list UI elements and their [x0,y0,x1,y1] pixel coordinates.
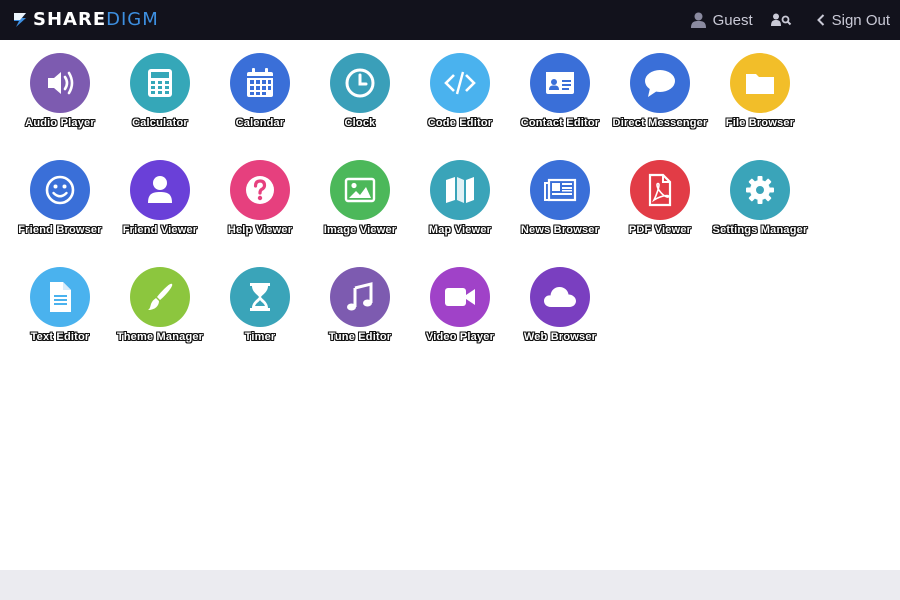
app-tune-editor[interactable]: Tune Editor [310,267,410,345]
gear-icon [730,160,790,220]
app-label: Direct Messenger [612,117,708,129]
folder-icon [730,53,790,113]
app-label: Help Viewer [227,224,293,236]
top-right-menu: Guest Sign Out [673,0,890,40]
app-contact-editor[interactable]: Contact Editor [510,53,610,131]
calculator-icon [130,53,190,113]
app-label: PDF Viewer [628,224,692,236]
app-calculator[interactable]: Calculator [110,53,210,131]
app-label: Video Player [425,331,495,343]
image-icon [330,160,390,220]
hourglass-icon [230,267,290,327]
app-label: Friend Viewer [122,224,198,236]
cloud-icon [530,267,590,327]
document-icon [30,267,90,327]
app-audio-player[interactable]: Audio Player [10,53,110,131]
app-label: Code Editor [427,117,493,129]
user-icon [130,160,190,220]
app-label: Theme Manager [116,331,204,343]
logo-mark-icon [14,13,26,27]
app-text-editor[interactable]: Text Editor [10,267,110,345]
app-theme-manager[interactable]: Theme Manager [110,267,210,345]
logo-text-share: SHARE [33,9,107,30]
user-search-icon [770,13,791,26]
user-icon [690,12,706,28]
app-label: Tune Editor [328,331,392,343]
app-code-editor[interactable]: Code Editor [410,53,510,131]
volume-icon [30,53,90,113]
video-camera-icon [430,267,490,327]
app-pdf-viewer[interactable]: PDF Viewer [610,160,710,238]
footer-bar [0,570,900,600]
question-icon [230,160,290,220]
sign-out-label: Sign Out [831,11,890,29]
app-label: Settings Manager [712,224,808,236]
clock-icon [330,53,390,113]
app-friend-browser[interactable]: Friend Browser [10,160,110,238]
app-help-viewer[interactable]: Help Viewer [210,160,310,238]
smiley-icon [30,160,90,220]
app-label: Text Editor [30,331,90,343]
calendar-icon [230,53,290,113]
app-map-viewer[interactable]: Map Viewer [410,160,510,238]
pdf-icon [630,160,690,220]
guest-user-button[interactable]: Guest [690,11,753,29]
app-label: Calendar [235,117,285,129]
speech-bubble-icon [630,53,690,113]
app-direct-messenger[interactable]: Direct Messenger [610,53,710,131]
guest-label: Guest [712,11,753,29]
app-label: File Browser [725,117,795,129]
app-file-browser[interactable]: File Browser [710,53,810,131]
app-timer[interactable]: Timer [210,267,310,345]
app-label: Clock [344,117,376,129]
logo-text-digm: DIGM [106,9,159,30]
map-icon [430,160,490,220]
app-label: Contact Editor [520,117,600,129]
app-label: Timer [244,331,276,343]
app-settings-manager[interactable]: Settings Manager [710,160,810,238]
newspaper-icon [530,160,590,220]
paintbrush-icon [130,267,190,327]
app-calendar[interactable]: Calendar [210,53,310,131]
music-note-icon [330,267,390,327]
sharedigm-logo[interactable]: SHAREDIGM [12,10,159,30]
top-bar: SHAREDIGM Guest Sign Out [0,0,900,40]
app-clock[interactable]: Clock [310,53,410,131]
sign-out-button[interactable]: Sign Out [816,11,890,29]
app-video-player[interactable]: Video Player [410,267,510,345]
code-icon [430,53,490,113]
app-label: Audio Player [25,117,95,129]
app-label: Calculator [132,117,188,129]
app-image-viewer[interactable]: Image Viewer [310,160,410,238]
logo-text: SHAREDIGM [33,10,159,30]
app-label: News Browser [520,224,600,236]
app-label: Image Viewer [323,224,397,236]
app-friend-viewer[interactable]: Friend Viewer [110,160,210,238]
app-web-browser[interactable]: Web Browser [510,267,610,345]
contact-card-icon [530,53,590,113]
user-search-button[interactable] [770,13,799,27]
app-label: Map Viewer [428,224,492,236]
app-label: Friend Browser [18,224,102,236]
chevron-left-icon [816,14,824,26]
app-label: Web Browser [523,331,597,343]
app-news-browser[interactable]: News Browser [510,160,610,238]
